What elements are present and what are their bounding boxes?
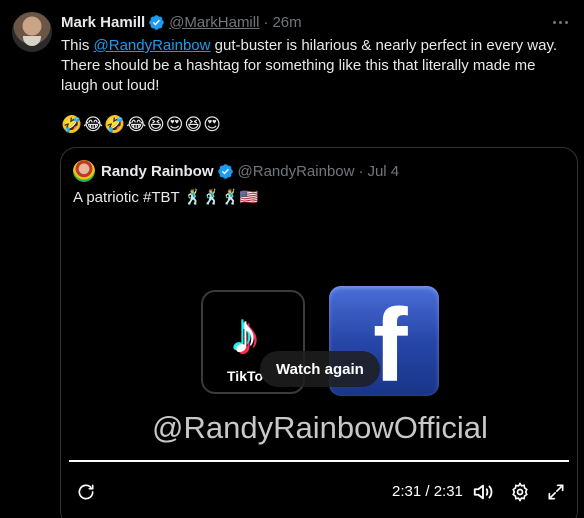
user-handle[interactable]: @MarkHamill	[169, 14, 259, 31]
time-readout: 2:31 / 2:31	[392, 483, 463, 500]
tiktok-label: TikTo	[227, 368, 264, 384]
volume-icon[interactable]	[472, 481, 494, 503]
fullscreen-icon[interactable]	[545, 481, 567, 503]
avatar[interactable]	[12, 12, 52, 52]
verified-badge-icon[interactable]	[148, 14, 165, 31]
quote-avatar[interactable]	[73, 160, 95, 182]
mention-link[interactable]: @RandyRainbow	[94, 37, 211, 54]
facebook-letter: f	[373, 288, 408, 396]
quoted-tweet[interactable]: Randy Rainbow @RandyRainbow · Jul 4 A pa…	[60, 147, 578, 518]
video-player[interactable]: ♪ TikTo f Watch again @RandyRainbowOffic…	[61, 218, 577, 518]
video-overlay-text: @RandyRainbowOfficial	[152, 410, 488, 445]
quote-timestamp[interactable]: Jul 4	[367, 163, 399, 180]
tweet-text: This @RandyRainbow gut-buster is hilario…	[61, 36, 576, 96]
quote-handle[interactable]: @RandyRainbow	[238, 163, 355, 180]
quote-header: Randy Rainbow @RandyRainbow · Jul 4	[73, 160, 399, 182]
separator-dot: ·	[358, 162, 364, 180]
more-options-icon[interactable]	[553, 12, 568, 32]
watch-again-button[interactable]: Watch again	[260, 351, 380, 387]
display-name[interactable]: Mark Hamill	[61, 14, 145, 31]
tweet-timestamp[interactable]: 26m	[272, 14, 301, 31]
settings-gear-icon[interactable]	[509, 481, 531, 503]
emoji-row: 🤣😂🤣😂😆😍😆😍	[61, 115, 222, 134]
video-progress-bar[interactable]	[69, 460, 569, 462]
tweet-header: Mark Hamill @MarkHamill · 26m	[61, 12, 302, 32]
tiktok-note-icon: ♪	[231, 302, 259, 365]
verified-badge-icon[interactable]	[217, 163, 234, 180]
video-controls: 2:31 / 2:31	[61, 473, 577, 513]
tweet-text-before: This	[61, 37, 94, 54]
quote-display-name[interactable]: Randy Rainbow	[101, 163, 214, 180]
replay-icon[interactable]	[75, 481, 97, 503]
quote-text: A patriotic #TBT 🕺🕺🕺🇺🇸	[73, 189, 259, 206]
separator-dot: ·	[263, 13, 269, 31]
